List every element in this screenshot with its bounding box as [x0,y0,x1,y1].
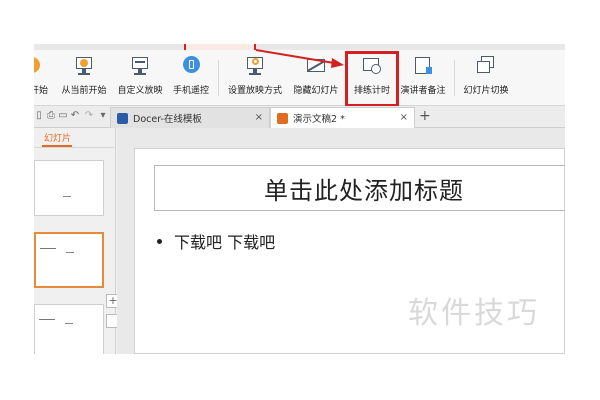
hide-slide-icon [305,55,327,77]
custom-show-label: 自定义放映 [117,86,163,96]
setup-show-button[interactable]: 设置放映方式 [224,54,286,102]
active-tab-underline [42,145,72,147]
preview-icon[interactable]: ▭ [58,111,68,121]
rehearse-timings-highlight [345,51,399,107]
phone-remote-label: 手机遥控 [172,86,209,96]
phone-remote-icon [180,55,202,77]
phone-remote-button[interactable]: 手机遥控 [170,54,212,102]
bullet-icon [157,238,162,244]
speaker-notes-button[interactable]: 演讲者备注 [396,54,450,102]
title-placeholder[interactable]: 单击此处添加标题 [154,165,565,211]
start-slideshow-button[interactable]: 开始 [34,54,52,102]
slide-thumbnail-1[interactable] [34,160,104,216]
close-icon[interactable]: × [255,112,263,124]
body-text[interactable]: 下载吧 下载吧 [157,229,275,253]
speaker-notes-label: 演讲者备注 [400,86,446,96]
ribbon-separator [454,60,455,96]
hide-slide-label: 隐藏幻灯片 [293,86,339,96]
tab-slides[interactable]: 幻灯片 [44,131,71,144]
slide-thumbnail-panel: 幻灯片 + [34,128,120,354]
slide-thumbnail-3[interactable] [34,304,104,354]
custom-show-button[interactable]: 自定义放映 [115,54,165,102]
settings-monitor-icon [244,55,266,77]
hide-slide-button[interactable]: 隐藏幻灯片 [290,54,342,102]
monitor-play-icon [73,55,95,77]
document-tab-bar: ▯ ⎙ ▭ ↶ ↷ ▾ Docer-在线模板 × 演示文稿2 * × + [34,106,565,128]
screenshot: 开始 从当前开始 自定义放映 手机遥控 设置放映方式 隐藏幻灯片 排练计时 演讲… [0,0,600,400]
bullet-text: 下载吧 下载吧 [174,233,276,252]
notes-icon [412,55,434,77]
undo-icon[interactable]: ↶ [70,111,80,121]
save-icon[interactable]: ▯ [34,111,44,121]
watermark: 软件技巧 [408,296,540,331]
setup-show-label: 设置放映方式 [227,86,282,96]
close-icon[interactable]: × [400,112,408,124]
tab-presentation-2-label: 演示文稿2 * [293,114,345,125]
transition-icon [475,55,497,77]
from-current-label: 从当前开始 [61,86,107,96]
slideshow-ribbon: 开始 从当前开始 自定义放映 手机遥控 设置放映方式 隐藏幻灯片 排练计时 演讲… [34,50,565,106]
redo-icon[interactable]: ↷ [84,111,94,121]
tab-docer-templates[interactable]: Docer-在线模板 × [110,107,270,128]
panel-tabs: 幻灯片 [34,128,116,148]
chevron-down-icon[interactable]: ▾ [98,111,108,121]
ribbon-separator [218,60,219,96]
from-current-button[interactable]: 从当前开始 [58,54,110,102]
tab-docer-label: Docer-在线模板 [133,114,202,125]
presentation-file-icon [277,112,288,124]
slide-transition-button[interactable]: 幻灯片切换 [458,54,514,102]
play-icon [34,55,50,77]
docer-icon [117,112,128,124]
print-icon[interactable]: ⎙ [46,111,56,121]
slide-thumbnail-2[interactable] [34,232,104,288]
slide-transition-label: 幻灯片切换 [463,86,509,96]
slide-title: 单击此处添加标题 [264,176,464,205]
monitor-icon [129,55,151,77]
tab-presentation-2[interactable]: 演示文稿2 * × [270,107,415,128]
start-slideshow-label: 开始 [34,86,48,96]
new-tab-button[interactable]: + [419,109,431,123]
